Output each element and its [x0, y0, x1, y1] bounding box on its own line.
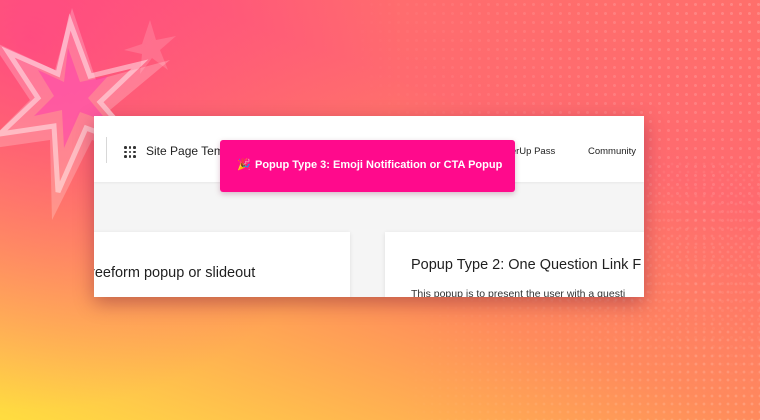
nav-item-community[interactable]: Community [588, 146, 636, 157]
card-body-text: This popup is to present the user with a… [411, 288, 626, 297]
party-popper-icon: 🎉 [237, 159, 251, 171]
card-title: Popup Type 2: One Question Link F [411, 257, 642, 273]
card-title: reeform popup or slideout [94, 265, 256, 281]
popup-message: Popup Type 3: Emoji Notification or CTA … [255, 159, 503, 171]
site-title[interactable]: Site Page Tem [146, 144, 224, 158]
header-divider [106, 137, 107, 163]
apps-grid-icon[interactable] [124, 146, 136, 158]
emoji-notification-popup[interactable]: 🎉 Popup Type 3: Emoji Notification or CT… [220, 140, 515, 192]
